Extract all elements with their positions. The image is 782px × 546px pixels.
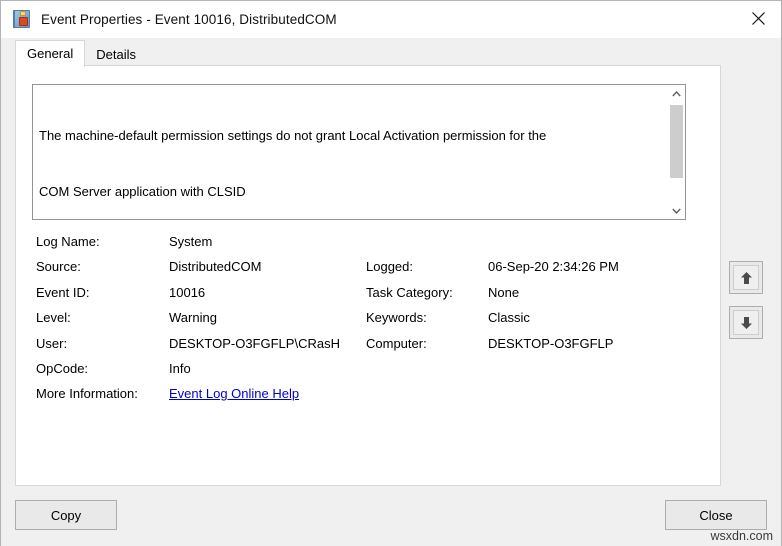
field-value-logged: 06-Sep-20 2:34:26 PM [488,259,619,275]
tab-details[interactable]: Details [85,42,147,67]
event-log-online-help-link[interactable]: Event Log Online Help [169,386,299,401]
field-row: Log Name: System [36,234,686,259]
panel-wrapper: The machine-default permission settings … [1,65,781,486]
close-button[interactable]: Close [665,500,767,530]
field-value-task-category: None [488,284,520,300]
field-label-task-category: Task Category: [366,284,453,300]
scrollbar-track[interactable] [668,102,685,202]
field-label-more-information: More Information: [36,386,138,402]
chevron-down-icon[interactable] [668,202,685,219]
previous-event-button[interactable] [729,261,763,294]
window-title: Event Properties - Event 10016, Distribu… [41,11,337,27]
event-description-text: The machine-default permission settings … [33,85,667,219]
chevron-up-icon[interactable] [668,85,685,102]
event-properties-window: Event Properties - Event 10016, Distribu… [0,0,782,546]
field-value-event-id: 10016 [169,284,206,300]
footer-bar: Copy Close wsxdn.com [1,486,781,546]
field-value-opcode: Info [169,360,191,376]
field-value-computer: DESKTOP-O3FGFLP [488,335,614,351]
next-event-button[interactable] [729,306,763,339]
event-log-icon [12,9,32,29]
field-label-user: User: [36,335,68,351]
field-label-opcode: OpCode: [36,360,89,376]
field-row: More Information: Event Log Online Help [36,386,686,411]
field-label-event-id: Event ID: [36,284,90,300]
tab-general[interactable]: General [15,40,86,67]
field-value-level: Warning [169,310,217,326]
event-navigation-buttons [729,261,767,351]
field-label-log-name: Log Name: [36,234,100,249]
close-icon[interactable] [735,1,781,36]
field-label-computer: Computer: [366,335,427,351]
field-label-keywords: Keywords: [366,310,427,326]
field-value-log-name: System [169,234,213,249]
field-value-keywords: Classic [488,310,530,326]
title-bar: Event Properties - Event 10016, Distribu… [1,1,781,38]
description-line: COM Server application with CLSID [39,183,246,199]
field-label-source: Source: [36,259,81,275]
field-label-logged: Logged: [366,259,413,275]
field-label-level: Level: [36,310,71,326]
field-row: OpCode: Info [36,361,686,386]
description-line: The machine-default permission settings … [39,128,547,144]
field-value-user: DESKTOP-O3FGFLP\CRasH [169,335,340,351]
event-field-grid: Log Name: System Source: DistributedCOM … [36,234,686,412]
tab-strip: General Details [1,38,781,67]
field-value-source: DistributedCOM [169,259,262,275]
field-row: Level: Warning Keywords: Classic [36,310,686,335]
description-scrollbar[interactable] [667,85,685,219]
copy-button[interactable]: Copy [15,500,117,530]
watermark: wsxdn.com [710,529,773,543]
field-row: User: DESKTOP-O3FGFLP\CRasH Computer: DE… [36,336,686,361]
field-row: Event ID: 10016 Task Category: None [36,285,686,310]
down-arrow-icon [733,310,759,335]
general-tab-panel: The machine-default permission settings … [15,65,721,486]
up-arrow-icon [733,265,759,290]
event-description-box[interactable]: The machine-default permission settings … [32,84,686,220]
field-row: Source: DistributedCOM Logged: 06-Sep-20… [36,259,686,284]
scrollbar-thumb[interactable] [670,105,683,178]
